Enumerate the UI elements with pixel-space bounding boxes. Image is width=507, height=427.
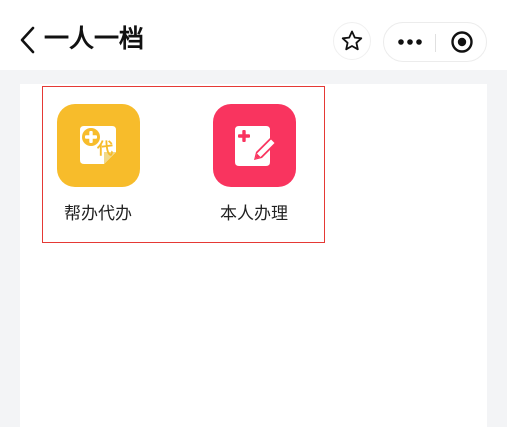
star-outline-icon bbox=[341, 30, 363, 51]
mini-program-capsule bbox=[383, 22, 487, 62]
top-navigation-bar: 一人一档 bbox=[0, 0, 507, 70]
plus-document-edit-icon bbox=[235, 125, 276, 166]
plus-document-agent-icon: 代 bbox=[80, 125, 116, 164]
back-button[interactable] bbox=[14, 24, 42, 56]
more-options-button[interactable] bbox=[384, 23, 435, 61]
service-item-self[interactable]: 本人办理 bbox=[204, 104, 304, 225]
service-label: 帮办代办 bbox=[64, 204, 132, 224]
ellipsis-icon bbox=[397, 39, 422, 45]
agent-service-icon-tile: 代 bbox=[56, 104, 140, 187]
agent-icon-glyph: 代 bbox=[96, 139, 113, 158]
service-item-agent[interactable]: 代 帮办代办 bbox=[48, 104, 148, 225]
close-mini-program-button[interactable] bbox=[436, 23, 487, 61]
page: 一人一档 代 帮办代办 本人办理 bbox=[0, 0, 507, 427]
service-label: 本人办理 bbox=[220, 204, 288, 224]
self-service-icon-tile bbox=[212, 104, 296, 187]
page-title: 一人一档 bbox=[44, 24, 145, 53]
chevron-left-icon bbox=[20, 26, 35, 54]
favorite-button[interactable] bbox=[333, 22, 371, 60]
target-circle-icon bbox=[450, 31, 473, 53]
